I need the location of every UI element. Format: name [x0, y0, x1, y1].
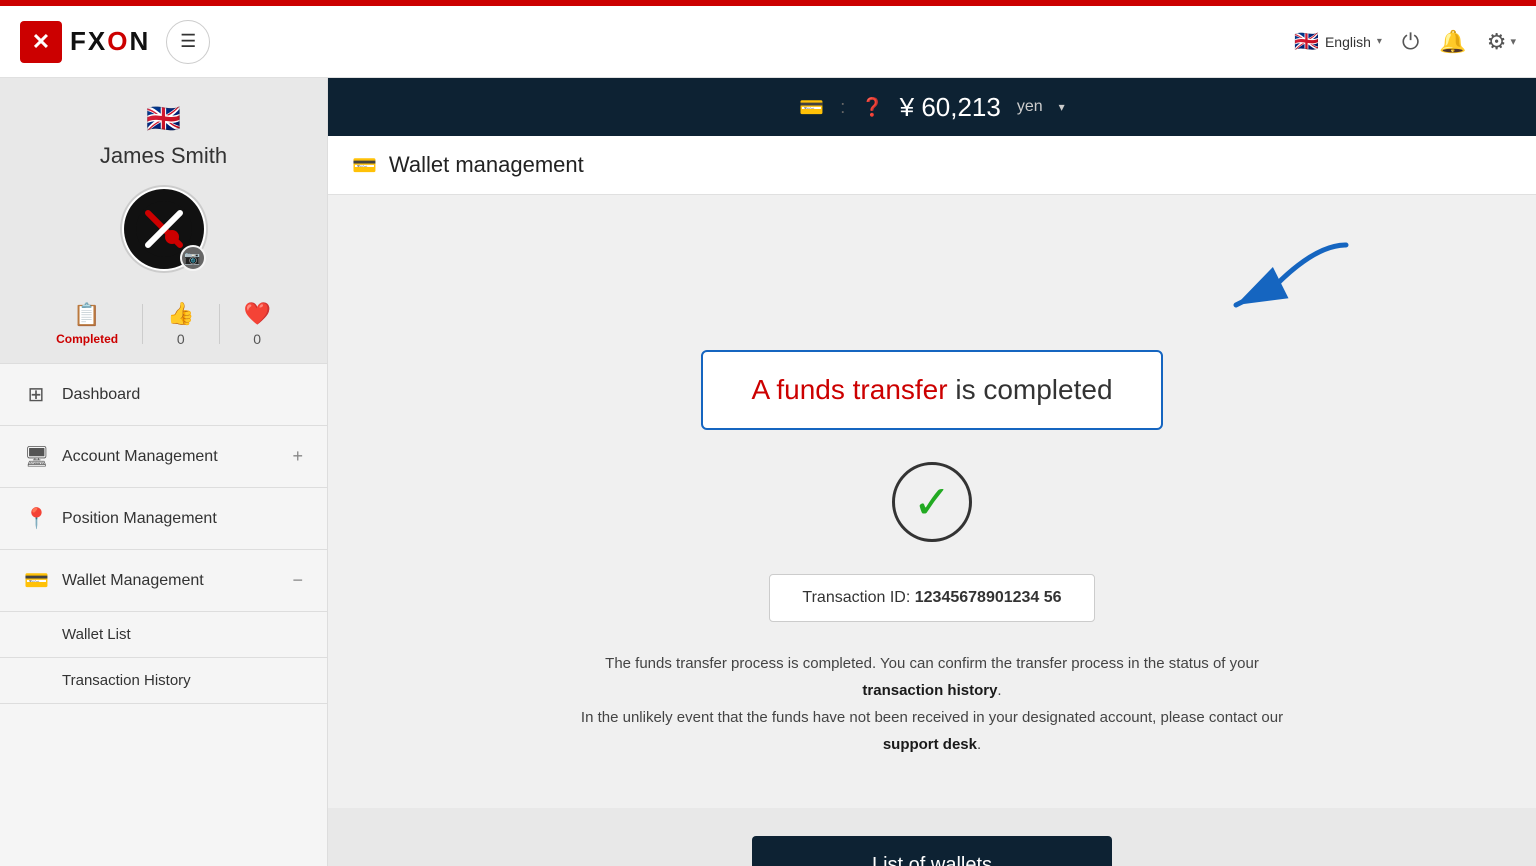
flag-icon: 🇬🇧 [1294, 29, 1319, 54]
page-content: 💳 Wallet management [328, 136, 1536, 866]
sidebar-item-wallet-management[interactable]: 💳 Wallet Management − [0, 550, 327, 612]
page-title-icon: 💳 [352, 153, 377, 178]
completed-icon: 📋 [73, 302, 100, 328]
support-desk-link[interactable]: support desk [883, 736, 977, 753]
account-mgmt-icon: 🖥 [24, 444, 48, 469]
power-icon[interactable]: ⏻ [1402, 29, 1419, 55]
wallet-mgmt-icon: 💳 [24, 568, 48, 593]
sidebar-item-position-management[interactable]: 📍 Position Management [0, 488, 327, 550]
transaction-history-label: Transaction History [62, 672, 191, 689]
thumbs-up-icon: 👍 [167, 301, 194, 327]
dashboard-label: Dashboard [62, 386, 140, 404]
wallet-list-label: Wallet List [62, 626, 131, 643]
header-right: 🇬🇧 English ▾ ⏻ 🔔 ⚙ ▾ [1294, 29, 1516, 55]
account-mgmt-label: Account Management [62, 448, 218, 466]
hearts-stat: ❤️ 0 [244, 301, 271, 347]
bell-icon[interactable]: 🔔 [1439, 29, 1466, 55]
profile-flag: 🇬🇧 [146, 102, 181, 135]
hearts-count: 0 [253, 331, 261, 347]
txn-label: Transaction ID: [802, 589, 914, 606]
sub-header-separator: : [840, 97, 845, 118]
sidebar-item-dashboard[interactable]: ⊞ Dashboard [0, 364, 327, 426]
position-mgmt-icon: 📍 [24, 506, 48, 531]
menu-button[interactable]: ☰ [166, 20, 210, 64]
desc-line2: In the unlikely event that the funds hav… [581, 709, 1283, 726]
sub-header-chevron-icon[interactable]: ▾ [1059, 100, 1065, 114]
sub-header-amount: ¥ 60,213 [900, 92, 1001, 123]
camera-badge[interactable]: 📷 [180, 245, 206, 271]
checkmark-icon: ✓ [913, 475, 952, 529]
logo-text: FXON [70, 26, 150, 57]
txn-id-value: 12345678901234 56 [915, 589, 1062, 606]
sidebar: 🇬🇧 James Smith 📷 [0, 78, 328, 866]
position-mgmt-label: Position Management [62, 510, 217, 528]
sub-header-currency: yen [1017, 98, 1043, 116]
transfer-black-text: is completed [948, 374, 1113, 405]
completed-label: Completed [56, 332, 118, 346]
stat-divider-2 [219, 304, 220, 344]
profile-stats: 📋 Completed 👍 0 ❤️ 0 [56, 289, 271, 347]
menu-icon: ☰ [180, 31, 196, 52]
description-text: The funds transfer process is completed.… [572, 650, 1292, 758]
gear-icon[interactable]: ⚙ ▾ [1487, 29, 1516, 55]
page-title: Wallet management [389, 152, 584, 178]
desc-end1: . [997, 682, 1001, 699]
gear-chevron: ▾ [1510, 35, 1516, 48]
completion-area: A funds transfer is completed ✓ Transact… [328, 195, 1536, 788]
transfer-red-text: A funds transfer [751, 374, 947, 405]
checkmark-circle: ✓ [892, 462, 972, 542]
transaction-history-link[interactable]: transaction history [862, 682, 997, 699]
wallet-mgmt-label: Wallet Management [62, 572, 204, 590]
transaction-id-wrap: Transaction ID: 12345678901234 56 [769, 574, 1094, 622]
desc-line1: The funds transfer process is completed.… [605, 655, 1259, 672]
logo-icon: ✕ [20, 21, 62, 63]
wallet-mgmt-expand-icon[interactable]: − [292, 570, 303, 591]
avatar-wrap: 📷 [120, 185, 208, 273]
sidebar-item-transaction-history[interactable]: Transaction History [0, 658, 327, 704]
completed-stat: 📋 Completed [56, 302, 118, 346]
profile-name: James Smith [100, 143, 227, 169]
arrow-svg [1156, 235, 1356, 325]
language-label: English [1325, 34, 1371, 50]
language-chevron-icon: ▾ [1377, 36, 1382, 47]
language-selector[interactable]: 🇬🇧 English ▾ [1294, 29, 1382, 54]
content-area: 💳 : ❓ ¥ 60,213 yen ▾ 💳 Wallet management [328, 78, 1536, 866]
sidebar-item-account-management[interactable]: 🖥 Account Management + [0, 426, 327, 488]
sub-header: 💳 : ❓ ¥ 60,213 yen ▾ [328, 78, 1536, 136]
page-title-bar: 💳 Wallet management [328, 136, 1536, 195]
transaction-id-box: Transaction ID: 12345678901234 56 [769, 574, 1094, 622]
sub-header-help-icon[interactable]: ❓ [861, 97, 883, 118]
arrow-wrap [1156, 235, 1356, 330]
likes-stat: 👍 0 [167, 301, 194, 347]
likes-count: 0 [177, 331, 185, 347]
desc-end2: . [977, 736, 981, 753]
account-mgmt-expand-icon[interactable]: + [292, 446, 303, 467]
dashboard-icon: ⊞ [24, 382, 48, 407]
stat-divider-1 [142, 304, 143, 344]
sidebar-profile: 🇬🇧 James Smith 📷 [0, 78, 327, 364]
main-layout: 🇬🇧 James Smith 📷 [0, 78, 1536, 866]
logo: ✕ FXON [20, 21, 150, 63]
list-of-wallets-button[interactable]: List of wallets [752, 836, 1112, 866]
header: ✕ FXON ☰ 🇬🇧 English ▾ ⏻ 🔔 ⚙ ▾ [0, 6, 1536, 78]
heart-icon: ❤️ [244, 301, 271, 327]
sub-header-wallet-icon: 💳 [799, 95, 824, 120]
header-left: ✕ FXON ☰ [20, 20, 210, 64]
transfer-completed-box: A funds transfer is completed [701, 350, 1162, 430]
bottom-section: List of wallets [328, 808, 1536, 866]
sidebar-item-wallet-list[interactable]: Wallet List [0, 612, 327, 658]
